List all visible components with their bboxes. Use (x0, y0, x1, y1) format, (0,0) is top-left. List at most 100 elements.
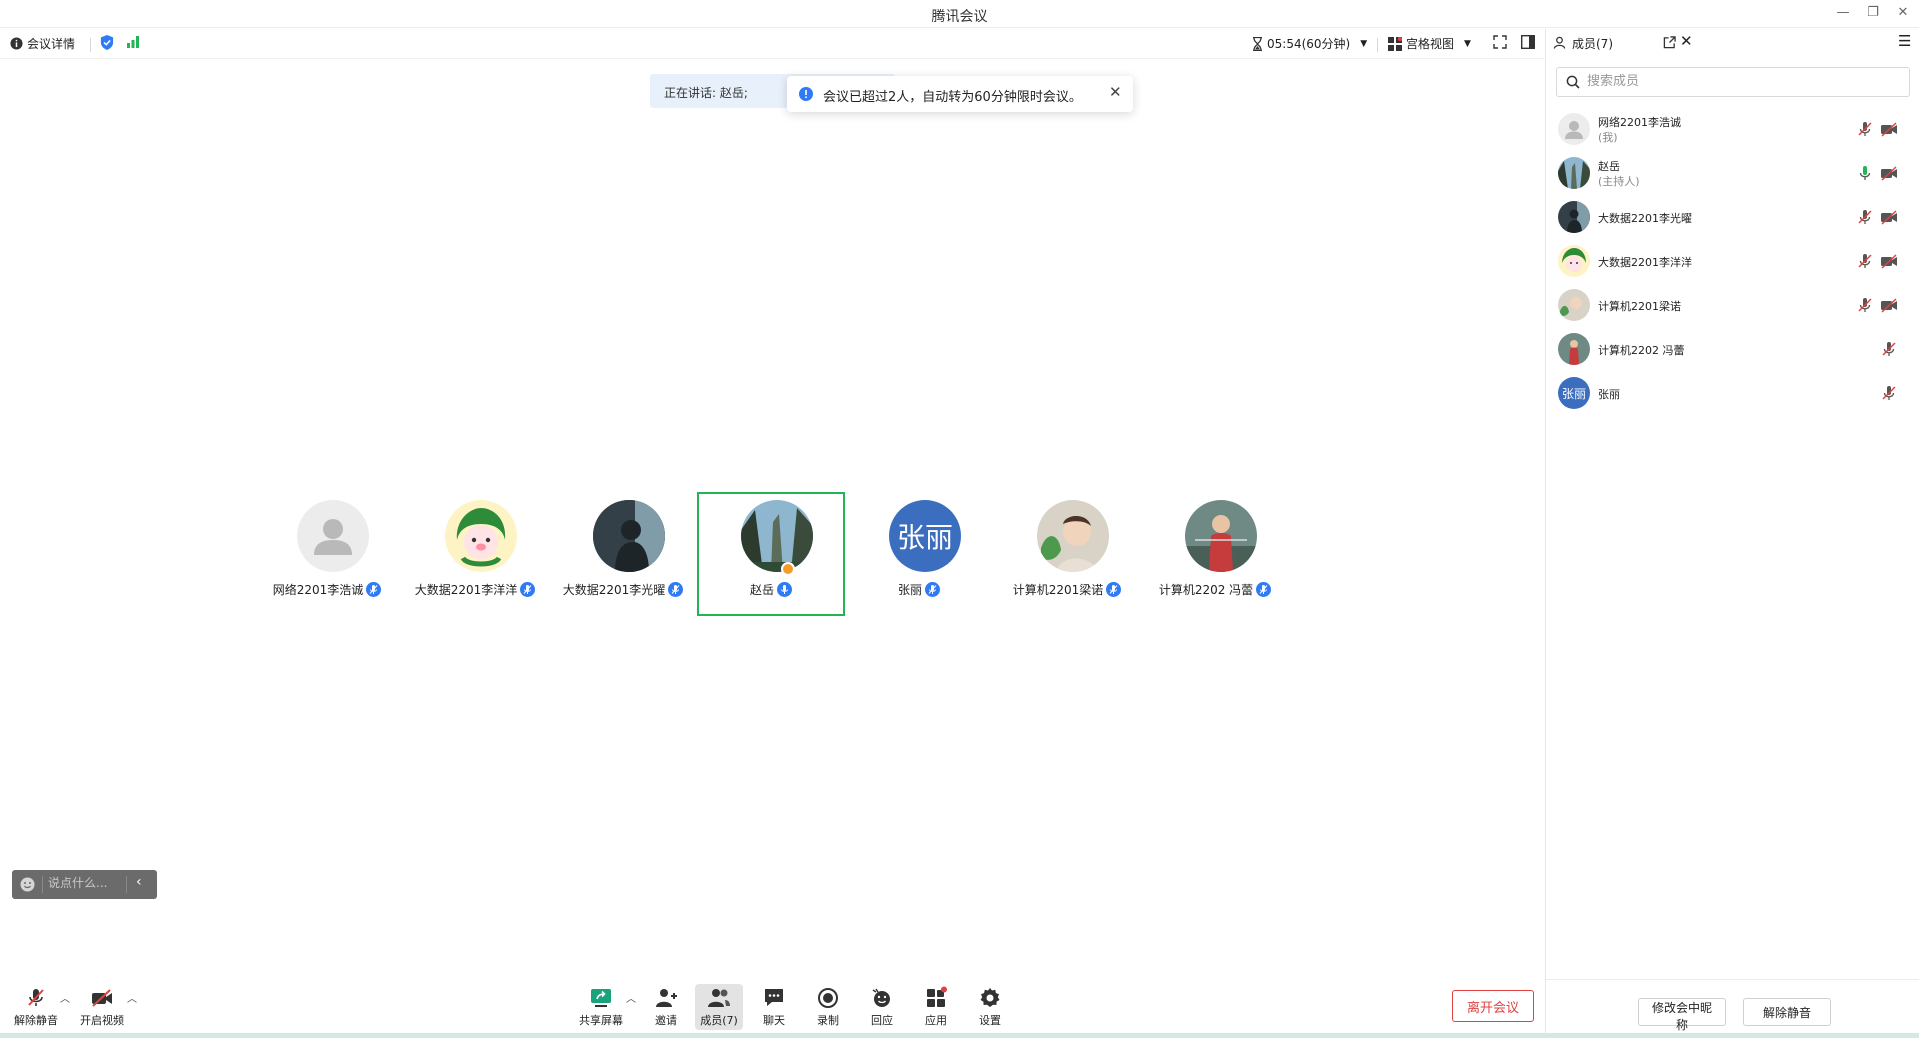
speaking-label: 正在讲话: 赵岳; (664, 86, 748, 100)
mic-muted-icon[interactable] (1856, 120, 1874, 138)
mic-muted-icon[interactable] (1880, 384, 1898, 402)
participant-tile[interactable]: 计算机2202 冯蕾 (1141, 492, 1289, 616)
minimize-icon[interactable]: — (1831, 2, 1855, 24)
record-button[interactable]: 录制 (803, 984, 853, 1030)
audio-options-chevron-icon[interactable]: ︿ (60, 990, 70, 1005)
security-icon[interactable] (100, 35, 114, 50)
member-name: 大数据2201李光曜 (1598, 212, 1692, 225)
time-limit-toast: 会议已超过2人，自动转为60分钟限时会议。 ✕ (787, 76, 1133, 112)
rename-button[interactable]: 修改会中昵称 (1638, 998, 1726, 1032)
member-row[interactable]: 赵岳 (主持人) (1546, 151, 1919, 195)
member-icon (1553, 36, 1566, 49)
mic-muted-icon (668, 582, 684, 597)
member-name: 赵岳 (1598, 160, 1620, 173)
menu-icon[interactable]: ☰ (1898, 32, 1911, 50)
share-screen-button[interactable]: 共享屏幕 (576, 984, 626, 1030)
side-panel-toggle-icon[interactable] (1521, 35, 1535, 49)
participant-tile[interactable]: 网络2201李浩诚 (253, 492, 401, 616)
chat-label: 聊天 (763, 1014, 785, 1027)
meeting-details-button[interactable]: 会议详情 (10, 35, 75, 52)
collapse-chevron-icon[interactable]: ‹ (136, 874, 142, 890)
member-name: 网络2201李浩诚 (1598, 116, 1681, 129)
close-panel-icon[interactable]: ✕ (1680, 32, 1693, 50)
host-badge-icon (781, 562, 795, 576)
avatar (297, 500, 369, 572)
info-icon (10, 37, 23, 50)
record-label: 录制 (817, 1014, 839, 1027)
leave-meeting-button[interactable]: 离开会议 (1452, 990, 1534, 1022)
mic-muted-icon[interactable] (1880, 340, 1898, 358)
emoji-icon[interactable] (20, 877, 35, 892)
avatar-text: 张丽 (1561, 386, 1586, 401)
members-button[interactable]: 成员(7) (695, 984, 743, 1030)
members-panel-header: 成员(7) ✕ ☰ (1546, 29, 1919, 57)
grid-view-icon (1388, 36, 1402, 51)
default-user-icon (314, 519, 352, 555)
member-name: 计算机2202 冯蕾 (1598, 344, 1685, 357)
member-search-input[interactable] (1587, 74, 1887, 89)
member-row[interactable]: 张丽 张丽 (1546, 371, 1919, 415)
member-row[interactable]: 计算机2201梁诺 (1546, 283, 1919, 327)
video-options-chevron-icon[interactable]: ︿ (127, 990, 137, 1005)
toast-message: 会议已超过2人，自动转为60分钟限时会议。 (823, 90, 1082, 105)
member-role: (我) (1598, 131, 1618, 144)
participant-tile-active[interactable]: 赵岳 (697, 492, 845, 616)
meeting-details-label: 会议详情 (27, 37, 76, 51)
mic-muted-icon[interactable] (1856, 296, 1874, 314)
unmute-button[interactable]: 解除静音 (11, 984, 61, 1030)
timer-text: 05:54(60分钟) (1267, 37, 1351, 51)
apps-button[interactable]: 应用 (911, 984, 961, 1030)
pop-out-icon[interactable] (1663, 36, 1676, 49)
chat-button[interactable]: 聊天 (749, 984, 799, 1030)
camera-off-icon (92, 989, 112, 1007)
unmute-all-button[interactable]: 解除静音 (1743, 998, 1831, 1026)
view-switch-button[interactable]: 宫格视图 ▼ (1388, 35, 1471, 52)
bottom-toolbar: 解除静音 ︿ 开启视频 ︿ 共享屏幕 ︿ 邀请 成员(7) 聊天 录制 回应 应… (0, 980, 1545, 1038)
participant-tile[interactable]: 张丽 张丽 (845, 492, 993, 616)
title-bar: 腾讯会议 — ❐ ✕ (0, 0, 1919, 28)
network-signal-icon[interactable] (126, 35, 140, 48)
camera-off-icon[interactable] (1880, 120, 1898, 138)
member-row[interactable]: 大数据2201李洋洋 (1546, 239, 1919, 283)
camera-off-icon[interactable] (1880, 252, 1898, 270)
mic-muted-icon[interactable] (1856, 252, 1874, 270)
fullscreen-icon[interactable] (1493, 35, 1507, 49)
avatar (445, 500, 517, 572)
camera-off-icon[interactable] (1880, 296, 1898, 314)
members-icon (708, 989, 730, 1007)
participant-name: 网络2201李浩诚 (272, 583, 364, 597)
member-row[interactable]: 网络2201李浩诚 (我) (1546, 107, 1919, 151)
close-icon[interactable]: ✕ (1109, 83, 1122, 101)
participant-tile[interactable]: 大数据2201李洋洋 (401, 492, 549, 616)
camera-off-icon[interactable] (1880, 208, 1898, 226)
close-window-icon[interactable]: ✕ (1891, 2, 1915, 24)
meeting-timer[interactable]: 05:54(60分钟) ▼ (1252, 35, 1367, 52)
reaction-button[interactable]: 回应 (857, 984, 907, 1030)
quick-chat-box: ‹ (12, 870, 157, 899)
settings-label: 设置 (979, 1014, 1001, 1027)
mic-muted-icon (1106, 582, 1122, 597)
reaction-icon (872, 988, 890, 1007)
mic-muted-icon[interactable] (1856, 208, 1874, 226)
avatar: 张丽 (889, 500, 961, 572)
avatar (1037, 500, 1109, 572)
start-video-button[interactable]: 开启视频 (77, 984, 127, 1030)
mic-muted-icon (28, 989, 44, 1006)
member-row[interactable]: 大数据2201李光曜 (1546, 195, 1919, 239)
restore-icon[interactable]: ❐ (1861, 2, 1885, 24)
participant-name: 张丽 (897, 583, 922, 597)
avatar (1185, 500, 1257, 572)
mic-on-icon (777, 582, 792, 597)
chat-input[interactable] (48, 876, 118, 890)
member-row[interactable]: 计算机2202 冯蕾 (1546, 327, 1919, 371)
share-options-chevron-icon[interactable]: ︿ (626, 990, 636, 1005)
avatar: 张丽 (1558, 377, 1590, 409)
members-panel-footer: 修改会中昵称 解除静音 (1546, 979, 1919, 1038)
participant-tile[interactable]: 计算机2201梁诺 (993, 492, 1141, 616)
participant-tile[interactable]: 大数据2201李光曜 (549, 492, 697, 616)
settings-button[interactable]: 设置 (965, 984, 1015, 1030)
avatar-text: 张丽 (896, 521, 953, 554)
camera-off-icon[interactable] (1880, 164, 1898, 182)
invite-button[interactable]: 邀请 (641, 984, 691, 1030)
mic-on-icon[interactable] (1856, 164, 1874, 182)
